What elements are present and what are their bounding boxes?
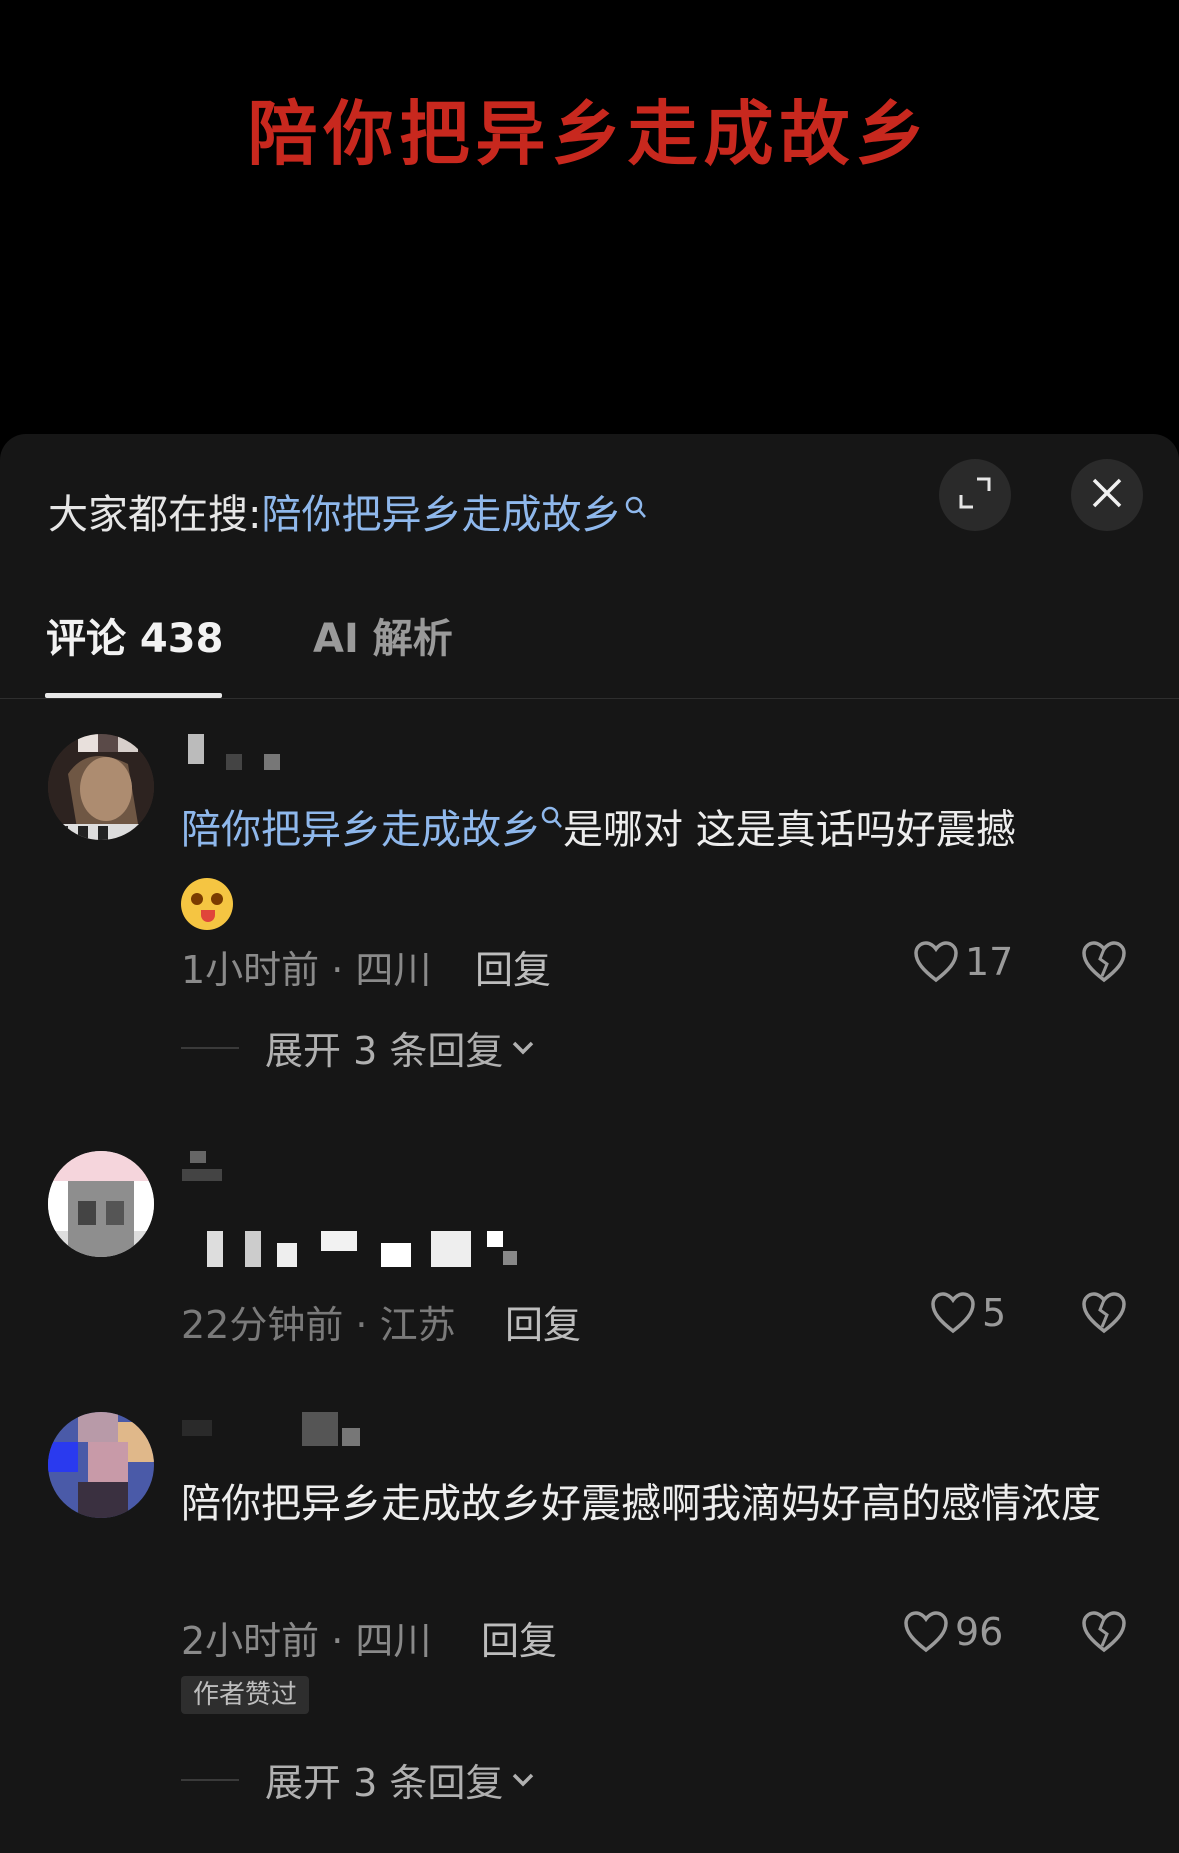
- expand-replies-label: 展开 3 条回复: [265, 1029, 504, 1073]
- like-button[interactable]: 5: [930, 1291, 1006, 1335]
- heart-icon: [931, 1292, 975, 1334]
- avatar[interactable]: [48, 734, 154, 840]
- comment-time-location: 2小时前 · 四川: [181, 1619, 432, 1663]
- like-count: 5: [982, 1291, 1007, 1335]
- video-area[interactable]: 陪你把异乡走成故乡: [0, 0, 1179, 440]
- expand-button[interactable]: [939, 459, 1011, 531]
- broken-heart-icon: [1082, 1611, 1126, 1653]
- broken-heart-icon: [1082, 941, 1126, 983]
- heart-icon: [914, 941, 958, 983]
- close-button[interactable]: [1071, 459, 1143, 531]
- author-liked-badge: 作者赞过: [181, 1676, 310, 1714]
- comment-text-body: 是哪对 这是真话吗好震撼: [563, 807, 1016, 853]
- chevron-down-icon: [513, 1041, 534, 1054]
- like-count: 96: [955, 1610, 1004, 1654]
- expand-replies-button[interactable]: 展开 3 条回复: [181, 1752, 537, 1807]
- comment-text: 陪你把异乡走成故乡好震撼啊我滴妈好高的感情浓度: [181, 1481, 1101, 1527]
- avatar[interactable]: [48, 1151, 154, 1257]
- comment-time-location: 1小时前 · 四川: [181, 948, 432, 992]
- dislike-button[interactable]: [1081, 940, 1127, 988]
- divider-line: [181, 1046, 239, 1049]
- tab-bar: 评论 438 AI 解析: [0, 584, 1179, 699]
- reply-button[interactable]: 回复: [475, 939, 551, 994]
- dislike-button[interactable]: [1081, 1610, 1127, 1658]
- tab-comments[interactable]: 评论 438: [46, 606, 223, 664]
- search-query-link[interactable]: 陪你把异乡走成故乡: [261, 492, 621, 538]
- search-icon: [625, 484, 647, 530]
- expand-replies-button[interactable]: 展开 3 条回复: [181, 1020, 537, 1075]
- dislike-button[interactable]: [1081, 1291, 1127, 1339]
- divider-line: [181, 1778, 239, 1781]
- close-icon: [1091, 477, 1123, 513]
- search-icon: [541, 806, 562, 828]
- comment-text-pixelated: [181, 1211, 1121, 1283]
- expand-icon: [958, 476, 992, 514]
- reply-button[interactable]: 回复: [505, 1294, 581, 1349]
- expand-replies-label: 展开 3 条回复: [265, 1761, 504, 1805]
- comment-search-link[interactable]: 陪你把异乡走成故乡: [181, 807, 541, 853]
- like-button[interactable]: 17: [913, 940, 1013, 984]
- avatar[interactable]: [48, 1412, 154, 1518]
- video-title: 陪你把异乡走成故乡: [247, 92, 932, 175]
- comments-sheet: 大家都在搜:陪你把异乡走成故乡 评论 438 AI 解析 陪你把异乡走成故乡 是…: [0, 434, 1179, 1853]
- chevron-down-icon: [513, 1773, 534, 1786]
- reply-button[interactable]: 回复: [481, 1610, 557, 1665]
- search-prefix: 大家都在搜:: [48, 492, 262, 538]
- like-button[interactable]: 96: [903, 1610, 1003, 1654]
- like-count: 17: [965, 940, 1014, 984]
- comment-time-location: 22分钟前 · 江苏: [181, 1303, 456, 1347]
- broken-heart-icon: [1082, 1292, 1126, 1334]
- search-suggestion[interactable]: 大家都在搜:陪你把异乡走成故乡: [48, 482, 647, 540]
- dizzy-face-emoji: [181, 878, 233, 930]
- heart-icon: [904, 1611, 948, 1653]
- comment-text: 陪你把异乡走成故乡 是哪对 这是真话吗好震撼: [181, 794, 1121, 938]
- tab-ai-analysis[interactable]: AI 解析: [313, 606, 453, 664]
- active-tab-indicator: [45, 693, 222, 698]
